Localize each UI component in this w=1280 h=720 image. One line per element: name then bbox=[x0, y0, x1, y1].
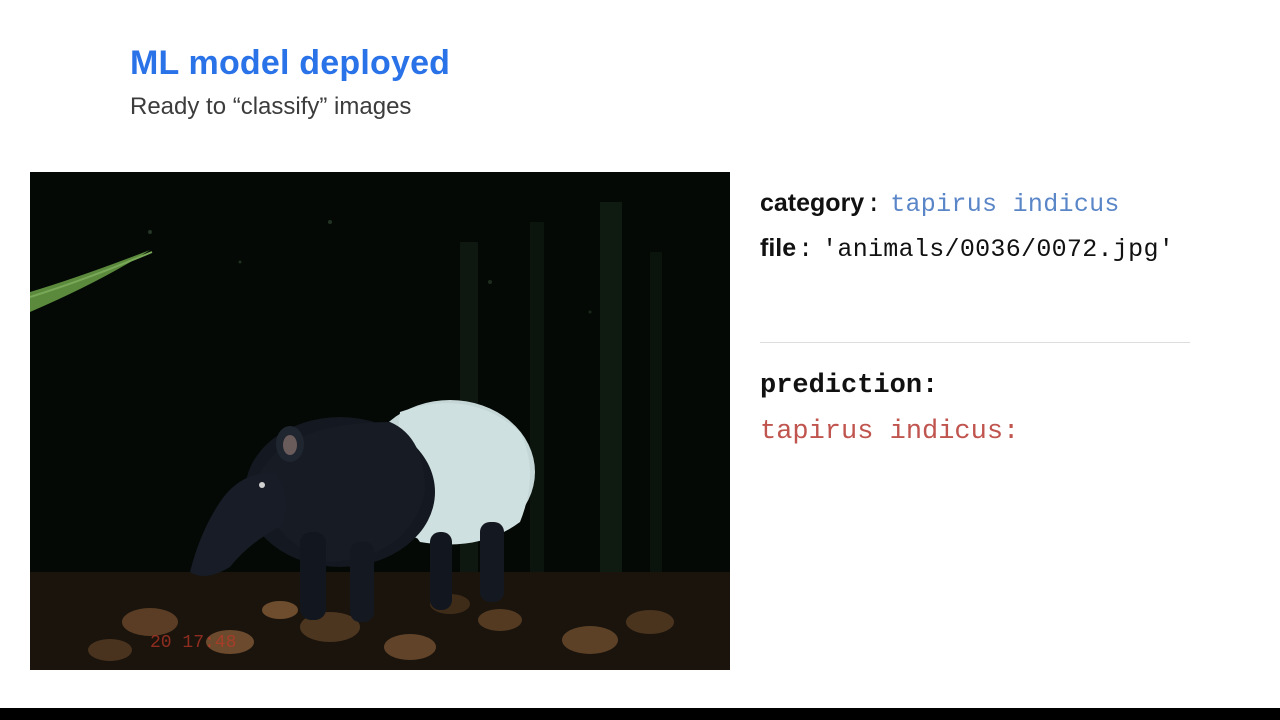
bottom-bar bbox=[0, 708, 1280, 720]
prediction-value: tapirus indicus: bbox=[760, 417, 1230, 447]
file-label: file bbox=[760, 234, 796, 262]
category-value: tapirus indicus bbox=[890, 190, 1120, 219]
category-label: category bbox=[760, 189, 864, 217]
image-timestamp-overlay: 20 17:48 bbox=[150, 633, 236, 653]
slide-subtitle: Ready to “classify” images bbox=[130, 93, 450, 121]
category-row: category: tapirus indicus bbox=[760, 184, 1230, 225]
file-value: 'animals/0036/0072.jpg' bbox=[822, 235, 1174, 264]
metadata-panel: category: tapirus indicus file: 'animals… bbox=[760, 184, 1230, 447]
divider bbox=[760, 342, 1190, 343]
classified-image: 20 17:48 bbox=[30, 172, 730, 670]
prediction-label: prediction: bbox=[760, 371, 1230, 401]
slide-title: ML model deployed bbox=[130, 44, 450, 83]
file-row: file: 'animals/0036/0072.jpg' bbox=[760, 229, 1230, 270]
